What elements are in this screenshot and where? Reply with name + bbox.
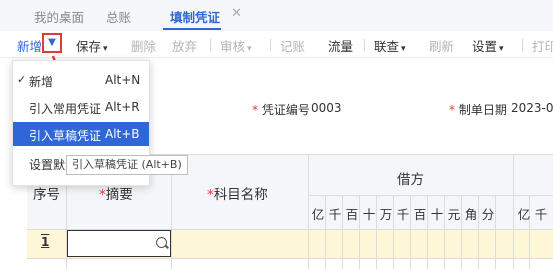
digit-header: 亿 [311,207,325,222]
digit-header: 分 [481,207,495,222]
digit-header: 万 [379,207,393,222]
menu-item-import-common-voucher[interactable]: 引入常用凭证 Alt+R [13,95,149,119]
digit-header: 百 [345,207,359,222]
digit-header: 十 [430,207,444,222]
menu-item-shortcut: Alt+N [105,73,141,87]
column-header-summary: *摘要 [99,187,133,203]
column-header-debit: 借方 [397,172,424,188]
column-header-seq: 序号 [33,187,60,203]
divider [308,195,553,196]
digit-header: 十 [362,207,376,222]
menu-item-new[interactable]: ✓ 新增 Alt+N [13,68,149,92]
digit-header: 亿 [517,207,531,222]
date-label: * 制单日期 [449,103,507,117]
search-icon[interactable] [156,237,167,248]
date-field[interactable]: 2023-09 [511,101,553,115]
menu-item-shortcut: Alt+B [105,127,140,141]
digit-header: 千 [396,207,410,222]
voucher-no-label-text: 凭证编号 [261,103,310,117]
digit-header: 千 [328,207,342,222]
menu-item-shortcut: Alt+R [105,100,140,114]
digit-header: 千 [534,207,548,222]
divider [513,155,514,269]
summary-input[interactable] [67,230,171,257]
row-seq: 1 [41,235,50,249]
tooltip: 引入草稿凭证 (Alt+B) [66,155,188,175]
menu-item-label: 引入常用凭证 [29,102,102,116]
digit-header: 角 [464,207,478,222]
column-header-account-text: 科目名称 [213,187,268,203]
column-header-summary-text: 摘要 [105,187,133,203]
date-label-text: 制单日期 [458,103,507,117]
column-header-account: *科目名称 [207,187,268,203]
voucher-no-field[interactable]: 0003 [311,101,342,115]
divider [308,155,309,269]
menu-item-import-draft-voucher[interactable]: 引入草稿凭证 Alt+B [13,122,149,146]
menu-item-label: 新增 [29,75,54,89]
digit-header: 元 [447,207,461,222]
divider [27,258,553,259]
check-icon: ✓ [17,73,27,86]
menu-item-label: 引入草稿凭证 [29,129,102,143]
voucher-no-label: * 凭证编号 [252,103,310,117]
digit-header: 百 [413,207,427,222]
